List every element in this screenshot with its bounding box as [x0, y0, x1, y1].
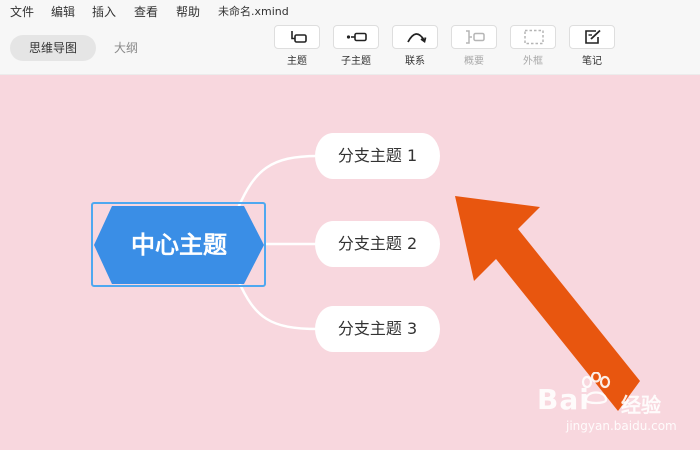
menu-view[interactable]: 查看 [134, 3, 158, 20]
menu-help[interactable]: 帮助 [176, 3, 200, 20]
note-label: 笔记 [582, 56, 602, 67]
menu-edit[interactable]: 编辑 [51, 3, 75, 20]
menu-bar: 文件 编辑 插入 查看 帮助 未命名.xmind [0, 0, 700, 20]
watermark-brand-suffix: 经验 [621, 393, 661, 417]
note-icon [585, 29, 601, 44]
topic-button[interactable]: 主题 [273, 25, 321, 69]
summary-icon [466, 30, 485, 44]
branch-topic-3[interactable]: 分支主题 3 [315, 306, 440, 352]
note-button[interactable]: 笔记 [568, 25, 616, 69]
topic-icon [291, 31, 307, 43]
watermark-brand: Bai [537, 383, 590, 416]
boundary-label: 外框 [523, 56, 543, 67]
branch-topic-1[interactable]: 分支主题 1 [315, 133, 440, 179]
summary-label: 概要 [464, 56, 484, 67]
topic-label: 主题 [287, 56, 307, 67]
subtopic-icon [346, 32, 367, 42]
central-topic[interactable]: 中心主题 [94, 205, 264, 285]
relationship-button[interactable]: 联系 [391, 25, 439, 69]
boundary-icon [524, 29, 544, 45]
branch-topic-2[interactable]: 分支主题 2 [315, 221, 440, 267]
connector-branch-3 [236, 279, 319, 331]
menu-file[interactable]: 文件 [10, 3, 34, 20]
subtopic-button[interactable]: 子主题 [332, 25, 380, 69]
watermark-url: jingyan.baidu.com [566, 419, 677, 433]
connector-branch-1 [236, 154, 319, 209]
mindmap-canvas[interactable]: 中心主题 分支主题 1 分支主题 2 分支主题 3 Bai 经验 jingyan… [0, 75, 700, 450]
menu-insert[interactable]: 插入 [92, 3, 116, 20]
subtopic-label: 子主题 [341, 56, 371, 67]
toolbar: 思维导图 大纲 主题 子主题 联系 概要 外框 笔记 [0, 20, 700, 75]
document-filename: 未命名.xmind [218, 5, 289, 18]
relationship-icon [407, 33, 427, 44]
tab-mindmap[interactable]: 思维导图 [10, 35, 96, 61]
relationship-label: 联系 [405, 56, 425, 67]
summary-button[interactable]: 概要 [450, 25, 498, 69]
tab-outline[interactable]: 大纲 [104, 35, 148, 61]
boundary-button[interactable]: 外框 [509, 25, 557, 69]
